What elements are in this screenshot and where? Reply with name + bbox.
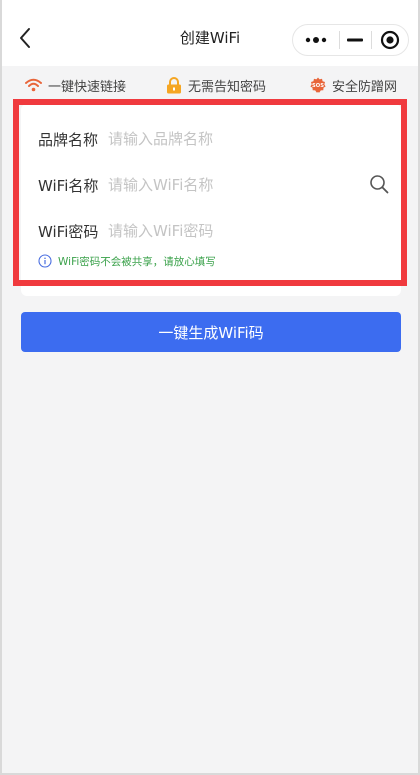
wifi-icon bbox=[25, 78, 42, 92]
feature-strip: 一键快速链接 无需告知密码 SOS 安全防蹭网 bbox=[0, 66, 420, 102]
brand-row: 品牌名称 bbox=[38, 128, 348, 150]
ssid-input[interactable] bbox=[108, 176, 338, 194]
svg-text:SOS: SOS bbox=[312, 83, 324, 89]
ssid-label: WiFi名称 bbox=[38, 176, 99, 195]
search-button[interactable] bbox=[369, 174, 389, 194]
security-badge-icon: SOS bbox=[310, 77, 326, 93]
hint-text: WiFi密码不会被共享，请放心填写 bbox=[58, 255, 216, 268]
password-label: WiFi密码 bbox=[38, 222, 99, 241]
brand-input[interactable] bbox=[108, 130, 348, 148]
target-close-icon bbox=[381, 30, 400, 50]
minimize-button[interactable] bbox=[340, 25, 372, 55]
search-icon bbox=[370, 175, 389, 194]
feature-item-no-password: 无需告知密码 bbox=[166, 76, 267, 95]
feature-item-anti-leech: SOS 安全防蹭网 bbox=[310, 76, 398, 95]
password-input[interactable] bbox=[108, 222, 348, 240]
ssid-row: WiFi名称 bbox=[38, 174, 338, 196]
mini-program-capsule bbox=[292, 24, 409, 56]
lock-icon bbox=[167, 76, 181, 93]
password-hint: WiFi密码不会被共享，请放心填写 bbox=[38, 253, 216, 269]
nav-bar: 创建WiFi bbox=[0, 0, 420, 66]
feature-label: 一键快速链接 bbox=[48, 79, 127, 95]
feature-label: 安全防蹭网 bbox=[332, 79, 398, 95]
info-icon bbox=[38, 254, 52, 268]
generate-wifi-code-button[interactable]: 一键生成WiFi码 bbox=[21, 312, 401, 352]
close-button[interactable] bbox=[372, 25, 408, 55]
feature-item-quick-connect: 一键快速链接 bbox=[25, 76, 127, 95]
brand-label: 品牌名称 bbox=[38, 130, 99, 149]
feature-label: 无需告知密码 bbox=[188, 79, 267, 95]
password-row: WiFi密码 bbox=[38, 220, 348, 242]
more-button[interactable] bbox=[293, 25, 339, 55]
minus-icon bbox=[347, 38, 364, 42]
more-dots-icon bbox=[305, 37, 326, 43]
